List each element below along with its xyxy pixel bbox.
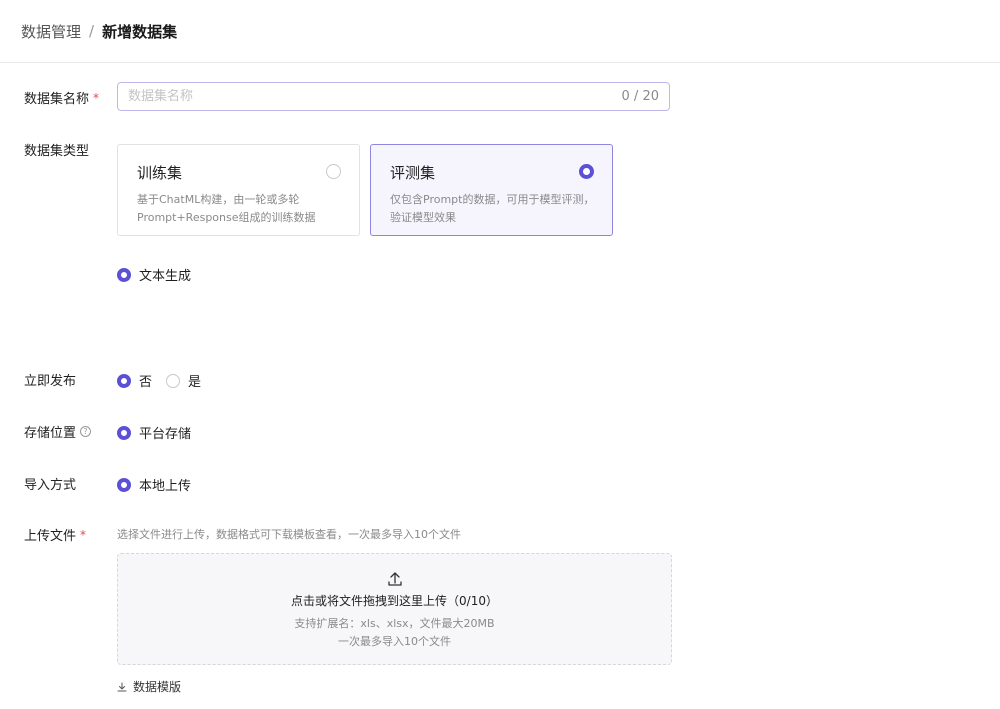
breadcrumb-current: 新增数据集 [102, 22, 178, 41]
card-desc: 仅包含Prompt的数据，可用于模型评测，验证模型效果 [390, 193, 595, 224]
card-title: 评测集 [390, 164, 436, 182]
card-desc: 基于ChatML构建，由一轮或多轮Prompt+Response组成的训练数据 [137, 193, 316, 224]
radio-checked-icon[interactable] [117, 425, 131, 440]
upload-label-text: 上传文件 [24, 529, 77, 544]
type-label-text: 数据集类型 [24, 144, 90, 159]
required-mark: * [93, 90, 100, 105]
radio-icon[interactable] [326, 164, 341, 179]
page-header: 数据管理 / 新增数据集 [0, 0, 1000, 63]
radio-checked-icon[interactable] [579, 164, 594, 179]
subtype-radio-group: 文本生成 [117, 265, 205, 284]
upload-icon [387, 572, 402, 586]
name-label-text: 数据集名称 [24, 92, 90, 107]
name-input-wrapper[interactable]: 0 / 20 [117, 82, 670, 111]
dropzone-ext-info: 支持扩展名：xls、xlsx，文件最大20MB [294, 617, 495, 630]
publish-radio-group: 否 是 [117, 371, 215, 390]
publish-option-no[interactable]: 否 [117, 371, 152, 390]
type-card-train[interactable]: 训练集 基于ChatML构建，由一轮或多轮Prompt+Response组成的训… [117, 144, 360, 236]
download-icon [117, 682, 127, 691]
type-label: 数据集类型 [24, 140, 89, 159]
char-counter: 0 / 20 [621, 89, 659, 104]
dataset-form: 数据集名称 * 0 / 20 数据集类型 训练集 基于ChatML构建，由一轮或… [0, 63, 1000, 709]
import-label: 导入方式 [24, 474, 76, 493]
radio-checked-icon[interactable] [117, 477, 131, 492]
storage-label: 存储位置 ? [24, 422, 92, 441]
radio-label: 是 [188, 375, 202, 390]
radio-checked-icon[interactable] [117, 373, 131, 388]
radio-label: 否 [139, 375, 153, 390]
breadcrumb-parent[interactable]: 数据管理 [21, 21, 81, 42]
publish-label-text: 立即发布 [24, 374, 77, 389]
upload-dropzone[interactable]: 点击或将文件拖拽到这里上传（0/10） 支持扩展名：xls、xlsx，文件最大2… [117, 553, 672, 665]
required-mark: * [80, 527, 87, 542]
question-circle-icon[interactable]: ? [80, 426, 92, 437]
type-card-eval[interactable]: 评测集 仅包含Prompt的数据，可用于模型评测，验证模型效果 [370, 144, 613, 236]
publish-option-yes[interactable]: 是 [166, 371, 201, 390]
radio-label: 平台存储 [139, 427, 192, 442]
download-template-link[interactable]: 数据模版 [117, 678, 181, 695]
dropzone-title: 点击或将文件拖拽到这里上传（0/10） [291, 594, 498, 608]
import-option-local[interactable]: 本地上传 [117, 475, 191, 494]
storage-option-platform[interactable]: 平台存储 [117, 423, 191, 442]
import-label-text: 导入方式 [24, 478, 77, 493]
import-radio-group: 本地上传 [117, 475, 205, 494]
name-label: 数据集名称 * [24, 88, 100, 108]
radio-label: 文本生成 [139, 269, 192, 284]
radio-checked-icon[interactable] [117, 267, 131, 282]
storage-label-text: 存储位置 [24, 426, 77, 441]
subtype-option-text-gen[interactable]: 文本生成 [117, 265, 191, 284]
radio-label: 本地上传 [139, 479, 192, 494]
upload-label: 上传文件 * [24, 525, 87, 545]
breadcrumb-separator: / [89, 22, 95, 40]
template-link-label: 数据模版 [133, 680, 182, 694]
dropzone-limit-info: 一次最多导入10个文件 [338, 635, 451, 648]
dataset-name-input[interactable] [128, 89, 622, 104]
card-title: 训练集 [137, 164, 183, 182]
radio-unchecked-icon[interactable] [166, 373, 181, 388]
upload-hint: 选择文件进行上传，数据格式可下载模板查看，一次最多导入10个文件 [117, 528, 461, 541]
storage-radio-group: 平台存储 [117, 423, 205, 442]
publish-label: 立即发布 [24, 370, 76, 389]
